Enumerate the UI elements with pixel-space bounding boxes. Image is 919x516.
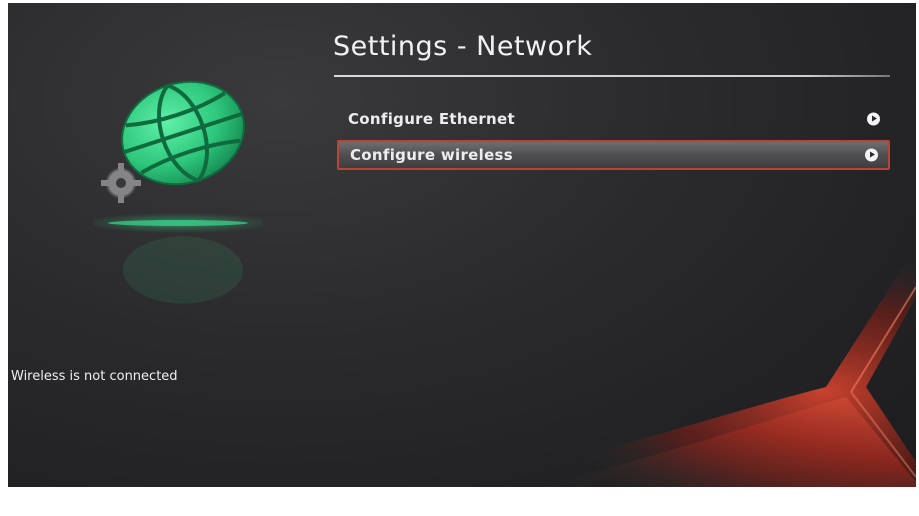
network-menu: Configure Ethernet Configure wireless <box>337 104 890 176</box>
menu-item-configure-ethernet[interactable]: Configure Ethernet <box>337 104 890 134</box>
menu-item-label: Configure Ethernet <box>348 110 515 128</box>
page-title: Settings - Network <box>333 31 593 62</box>
globe-gear-icon <box>83 63 273 313</box>
menu-item-label: Configure wireless <box>350 146 514 164</box>
settings-screen: Settings - Network Configure Ethernet Co… <box>8 3 916 487</box>
title-divider <box>334 75 890 77</box>
arrow-right-circle-icon <box>867 112 880 126</box>
connection-status-text: Wireless is not connected <box>11 369 178 384</box>
menu-item-configure-wireless[interactable]: Configure wireless <box>337 140 890 170</box>
arrow-right-circle-icon <box>865 148 878 162</box>
red-swoosh-decoration <box>456 247 916 487</box>
